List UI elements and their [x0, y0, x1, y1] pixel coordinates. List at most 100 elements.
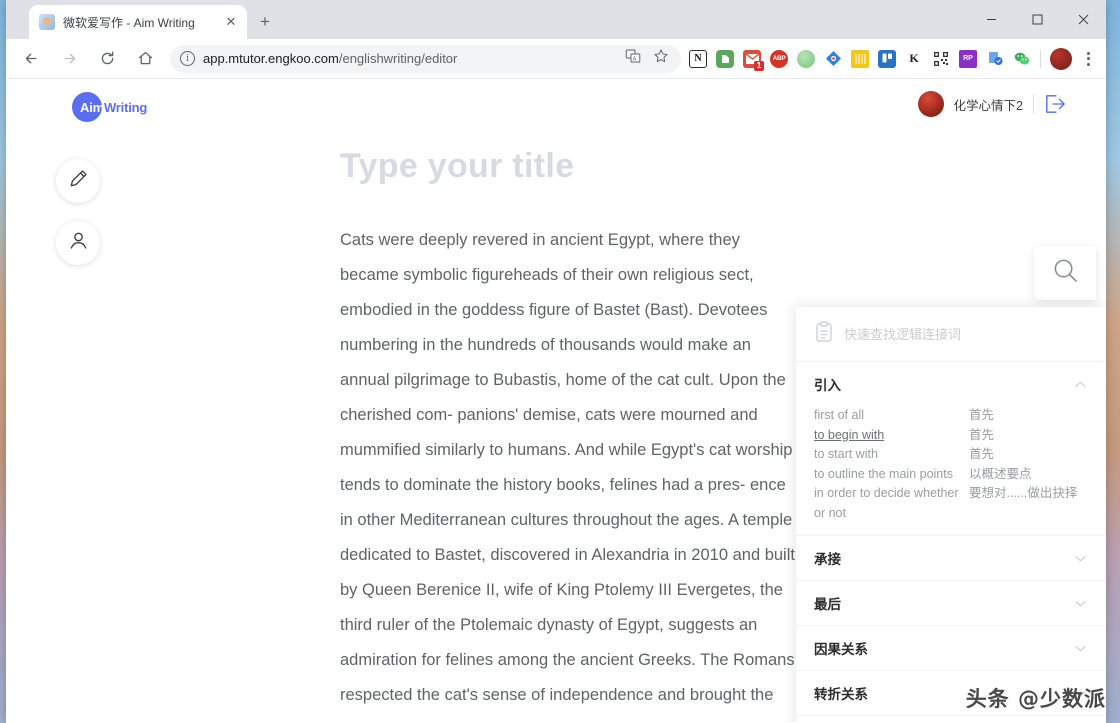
qrcode-extension[interactable]: [932, 49, 950, 68]
chevron-down-icon[interactable]: [1073, 641, 1088, 656]
browser-toolbar: i app.mtutor.engkoo.com/englishwriting/e…: [6, 39, 1106, 79]
user-divider: [1033, 94, 1034, 114]
phrase-english[interactable]: to begin with: [814, 426, 969, 446]
document-body[interactable]: Cats were deeply revered in ancient Egyp…: [340, 223, 795, 722]
url-host: app.mtutor.engkoo.com: [203, 51, 339, 66]
title-input[interactable]: Type your title: [340, 149, 795, 183]
url-text: app.mtutor.engkoo.com/englishwriting/edi…: [203, 51, 457, 66]
panel-search-toggle[interactable]: [1034, 246, 1096, 300]
phrase-chinese: 以概述要点: [969, 466, 1032, 481]
section-title: 承接: [814, 552, 841, 567]
page-viewport: AimWriting 化学心情下2 Type your title Cats w…: [6, 79, 1106, 722]
blue-doc-extension[interactable]: [986, 49, 1004, 68]
section-title: 最后: [814, 597, 841, 612]
logo-text-writing: Writing: [103, 99, 148, 115]
phrase-row[interactable]: to start with 首先: [814, 445, 1088, 465]
panel-section: 最后: [796, 581, 1106, 626]
panel-search-row: [796, 307, 1106, 362]
site-info-icon[interactable]: i: [180, 51, 195, 66]
app-logo[interactable]: AimWriting: [72, 92, 147, 122]
phrase-english[interactable]: in order to decide whether or not: [814, 484, 969, 523]
maximize-icon[interactable]: [1014, 0, 1060, 39]
notion-extension[interactable]: N: [689, 49, 707, 68]
phrase-english[interactable]: to outline the main points: [814, 465, 969, 485]
search-icon: [1052, 257, 1079, 289]
panel-sections: 引入 first of all 首先 to begin with 首先 to start …: [796, 362, 1106, 722]
phrase-row[interactable]: to begin with 首先: [814, 426, 1088, 446]
section-body: first of all 首先 to begin with 首先 to start wi…: [796, 406, 1106, 535]
logout-icon[interactable]: [1044, 94, 1066, 114]
new-tab-button[interactable]: +: [254, 11, 276, 33]
window-close-icon[interactable]: [1060, 0, 1106, 39]
profile-avatar[interactable]: [1050, 47, 1072, 70]
minimize-icon[interactable]: [968, 0, 1014, 39]
pencil-icon: [68, 168, 89, 194]
yellow-notes-extension[interactable]: [851, 49, 869, 68]
svg-text:A: A: [633, 56, 637, 62]
section-header[interactable]: 引入: [796, 362, 1106, 406]
phrase-chinese: 首先: [969, 427, 995, 442]
user-name: 化学心情下2: [953, 98, 1023, 113]
mail-badge: 1: [754, 60, 764, 71]
logo-text-aim: Aim: [80, 99, 104, 115]
trello-extension[interactable]: [878, 49, 896, 68]
address-bar[interactable]: i app.mtutor.engkoo.com/englishwriting/e…: [170, 44, 681, 73]
page-favicon: [39, 14, 55, 30]
close-icon[interactable]: ✕: [223, 14, 239, 30]
browser-titlebar: 微软爱写作 - Aim Writing ✕ +: [6, 0, 1106, 39]
section-header[interactable]: 因果关系: [796, 626, 1106, 670]
k-extension[interactable]: K: [905, 49, 923, 68]
chevron-up-icon[interactable]: [1073, 377, 1088, 392]
clipboard-icon: [814, 320, 834, 348]
section-title: 因果关系: [814, 642, 868, 657]
panel-section: 因果关系: [796, 626, 1106, 671]
section-title: 引入: [814, 378, 841, 393]
green-circle-extension[interactable]: [797, 49, 815, 68]
tab-title: 微软爱写作 - Aim Writing: [63, 15, 195, 30]
phrase-row[interactable]: first of all 首先: [814, 406, 1088, 426]
user-area: 化学心情下2: [917, 91, 1066, 117]
phrase-row[interactable]: to outline the main points 以概述要点: [814, 465, 1088, 485]
mail-checker-extension[interactable]: 1: [743, 49, 764, 71]
reload-icon[interactable]: [92, 44, 122, 74]
panel-section: 并列关系: [796, 716, 1106, 722]
phrase-english[interactable]: first of all: [814, 406, 969, 426]
extensions-strip: N 1 ABP K RP: [689, 47, 1076, 71]
browser-window: 微软爱写作 - Aim Writing ✕ + i app.mtutor.eng…: [6, 0, 1106, 723]
chevron-down-icon[interactable]: [1073, 596, 1088, 611]
app-header: AimWriting 化学心情下2: [6, 79, 1106, 135]
browser-tab[interactable]: 微软爱写作 - Aim Writing ✕: [29, 5, 247, 39]
kebab-menu-icon[interactable]: [1076, 44, 1100, 74]
connectives-panel: 引入first of all首先to begin with首先to start …: [796, 307, 1106, 722]
phrase-row[interactable]: in order to decide whether or not 要想对....…: [814, 484, 1088, 523]
toolbar-divider: [1040, 49, 1041, 68]
wechat-extension[interactable]: [1013, 49, 1031, 68]
person-icon: [68, 230, 89, 256]
phrase-english[interactable]: to start with: [814, 445, 969, 465]
forward-arrow-icon[interactable]: [54, 44, 84, 74]
diamond-extension[interactable]: [824, 49, 842, 68]
section-header[interactable]: 承接: [796, 536, 1106, 580]
section-header[interactable]: 并列关系: [796, 716, 1106, 722]
url-path: /englishwriting/editor: [338, 51, 458, 66]
translate-icon[interactable]: A: [625, 48, 641, 69]
search-input[interactable]: [844, 326, 1090, 342]
edit-tool-button[interactable]: [56, 159, 100, 203]
adblock-plus-extension[interactable]: ABP: [770, 49, 788, 68]
tool-rail: [56, 159, 100, 265]
section-header[interactable]: 最后: [796, 581, 1106, 625]
panel-section: 承接: [796, 536, 1106, 581]
phrase-chinese: 要想对......做出抉择: [969, 486, 1078, 500]
evernote-extension[interactable]: [716, 49, 734, 68]
home-icon[interactable]: [130, 44, 160, 74]
logo-text: AimWriting: [80, 100, 147, 115]
section-title: 转折关系: [814, 687, 868, 702]
back-arrow-icon[interactable]: [16, 44, 46, 74]
panel-section: 引入 first of all 首先 to begin with 首先 to start …: [796, 362, 1106, 536]
avatar[interactable]: [917, 91, 944, 117]
profile-tool-button[interactable]: [56, 221, 100, 265]
document-editor: Type your title Cats were deeply revered…: [340, 149, 795, 722]
star-icon[interactable]: [653, 48, 669, 69]
chevron-down-icon[interactable]: [1073, 551, 1088, 566]
purple-app-extension[interactable]: RP: [959, 49, 977, 68]
